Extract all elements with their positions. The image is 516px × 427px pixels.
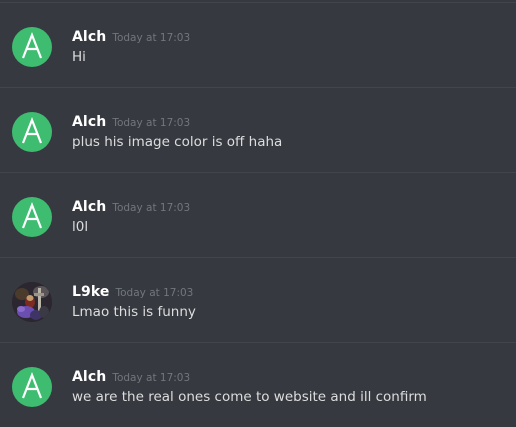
letter-a-avatar-icon [21, 371, 43, 399]
author-name[interactable]: Alch [72, 369, 106, 385]
author-name[interactable]: Alch [72, 199, 106, 215]
author-name[interactable]: Alch [72, 114, 106, 130]
letter-a-avatar-icon [21, 116, 43, 144]
message-header: Alch Today at 17:03 [72, 29, 190, 49]
user-avatar[interactable] [12, 197, 52, 237]
chat-message: L9ke Today at 17:03 Lmao this is funny [0, 258, 516, 342]
author-name[interactable]: Alch [72, 29, 106, 45]
message-timestamp: Today at 17:03 [112, 32, 191, 44]
character-picture-avatar-icon [12, 282, 52, 322]
message-content: plus his image color is off haha [72, 134, 283, 150]
letter-a-avatar-icon [21, 201, 43, 229]
chat-message: Alch Today at 17:03 plus his image color… [0, 88, 516, 172]
chat-message: Alch Today at 17:03 l0l [0, 173, 516, 257]
user-avatar[interactable] [12, 367, 52, 407]
user-avatar[interactable] [12, 27, 52, 67]
letter-a-avatar-icon [21, 31, 43, 59]
message-timestamp: Today at 17:03 [112, 202, 191, 214]
message-header: Alch Today at 17:03 [72, 199, 190, 219]
message-header: Alch Today at 17:03 [72, 114, 190, 134]
message-content: Hi [72, 49, 86, 65]
message-content: l0l [72, 219, 89, 235]
user-avatar[interactable] [12, 282, 52, 322]
message-list: Alch Today at 17:03 Hi Alch Today at 17:… [0, 0, 516, 424]
chat-message: Alch Today at 17:03 Hi [0, 3, 516, 87]
message-timestamp: Today at 17:03 [112, 372, 191, 384]
author-name[interactable]: L9ke [72, 284, 110, 300]
chat-message: Alch Today at 17:03 we are the real ones… [0, 343, 516, 427]
message-content: Lmao this is funny [72, 304, 196, 320]
user-avatar[interactable] [12, 112, 52, 152]
message-content: we are the real ones come to website and… [72, 389, 427, 405]
message-header: L9ke Today at 17:03 [72, 284, 193, 304]
message-timestamp: Today at 17:03 [112, 117, 191, 129]
message-header: Alch Today at 17:03 [72, 369, 190, 389]
message-timestamp: Today at 17:03 [115, 287, 194, 299]
